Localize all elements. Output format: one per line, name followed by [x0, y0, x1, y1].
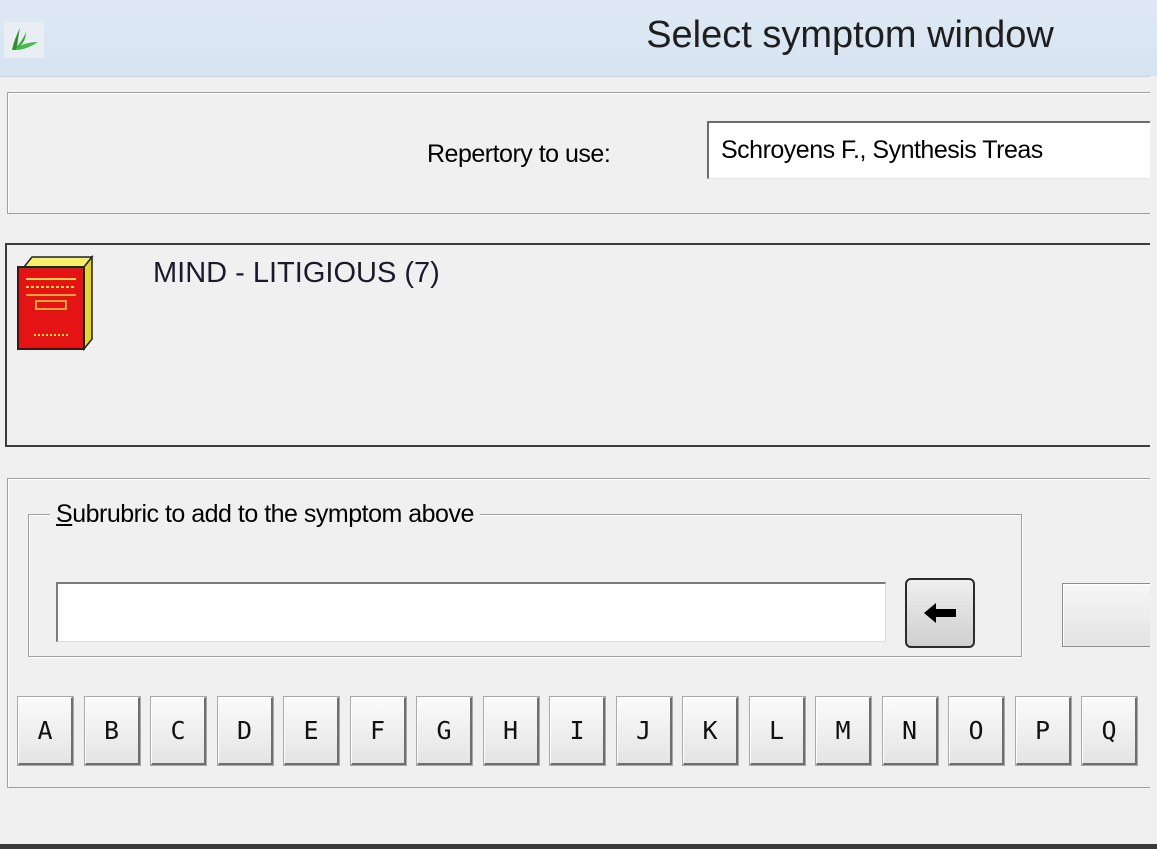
legend-text: ubrubric to add to the symptom above [72, 500, 474, 528]
repertory-label: Repertory to use: [427, 140, 611, 168]
window-bottom-edge [0, 844, 1157, 849]
letter-button-c[interactable]: C [151, 697, 206, 765]
letter-button-a[interactable]: A [18, 697, 73, 765]
side-button[interactable] [1062, 583, 1157, 647]
letter-button-f[interactable]: F [350, 697, 406, 765]
arrow-left-icon [924, 603, 956, 623]
letter-button-p[interactable]: P [1015, 697, 1071, 765]
letter-button-m[interactable]: M [816, 697, 871, 765]
leaf-app-icon[interactable] [4, 22, 44, 58]
letter-button-q[interactable]: Q [1082, 697, 1137, 765]
letter-button-o[interactable]: O [949, 697, 1004, 765]
subrubric-legend: Subrubric to add to the symptom above [50, 500, 480, 529]
add-subrubric-button[interactable] [905, 578, 975, 648]
letter-button-d[interactable]: D [217, 697, 273, 765]
letter-button-k[interactable]: K [683, 697, 738, 765]
repertory-dropdown[interactable]: Schroyens F., Synthesis Treas [707, 121, 1157, 179]
letter-button-h[interactable]: H [483, 697, 539, 765]
window-title: Select symptom window [646, 14, 1054, 56]
letter-button-j[interactable]: J [616, 697, 672, 765]
symptom-text: MIND - LITIGIOUS (7) [153, 257, 440, 289]
letter-button-e[interactable]: E [284, 697, 339, 765]
letter-button-l[interactable]: L [749, 697, 805, 765]
letter-button-g[interactable]: G [417, 697, 472, 765]
legend-accelerator: S [56, 500, 73, 528]
letter-button-n[interactable]: N [882, 697, 938, 765]
letter-button-b[interactable]: B [84, 697, 140, 765]
subrubric-input[interactable] [56, 582, 886, 642]
title-bar: Select symptom window [0, 0, 1157, 77]
letter-button-i[interactable]: I [550, 697, 605, 765]
window-right-edge [1150, 76, 1157, 849]
book-icon [17, 255, 94, 351]
